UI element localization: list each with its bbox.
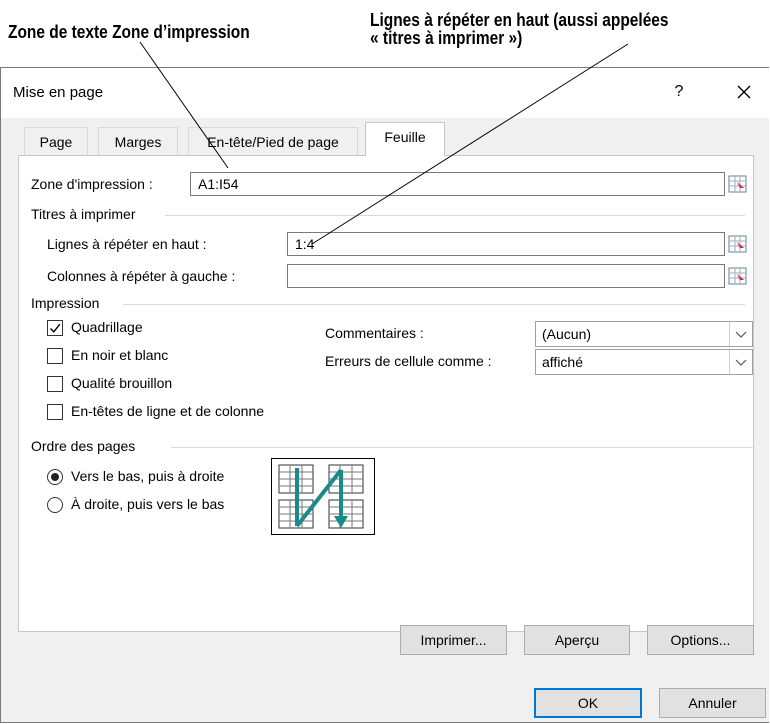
comments-select[interactable]: (Aucun) bbox=[535, 321, 753, 347]
callout-rows-repeat-line2: « titres à imprimer ») bbox=[370, 28, 523, 48]
close-button[interactable] bbox=[727, 78, 761, 106]
page-order-heading: Ordre des pages bbox=[31, 438, 136, 454]
print-button[interactable]: Imprimer... bbox=[400, 625, 507, 655]
print-titles-divider bbox=[165, 215, 745, 216]
page-order-icon bbox=[271, 458, 375, 535]
comments-label: Commentaires : bbox=[325, 325, 424, 341]
cell-errors-label: Erreurs de cellule comme : bbox=[325, 353, 492, 369]
ok-button[interactable]: OK bbox=[534, 688, 642, 718]
chevron-down-icon bbox=[729, 350, 752, 374]
print-area-input[interactable]: A1:I54 bbox=[190, 172, 725, 196]
cell-errors-select[interactable]: affiché bbox=[535, 349, 753, 375]
cell-errors-value: affiché bbox=[542, 354, 583, 370]
collapse-dialog-icon bbox=[728, 235, 747, 253]
print-titles-heading: Titres à imprimer bbox=[31, 206, 136, 222]
down-then-over-radio[interactable] bbox=[47, 469, 63, 485]
collapse-dialog-icon bbox=[728, 175, 747, 193]
print-heading: Impression bbox=[31, 295, 100, 311]
draft-quality-label[interactable]: Qualité brouillon bbox=[71, 375, 172, 391]
cols-repeat-collapse-button[interactable] bbox=[728, 267, 747, 285]
tab-page[interactable]: Page bbox=[24, 127, 88, 155]
dialog-title: Mise en page bbox=[13, 84, 104, 101]
callout-print-area: Zone de texte Zone d’impression bbox=[8, 22, 250, 42]
comments-value: (Aucun) bbox=[542, 326, 592, 342]
print-area-label: Zone d'impression : bbox=[31, 176, 153, 192]
row-col-headings-checkbox[interactable] bbox=[47, 404, 63, 420]
print-divider bbox=[123, 304, 745, 305]
tab-sheet[interactable]: Feuille bbox=[365, 122, 445, 156]
over-then-down-radio[interactable] bbox=[47, 497, 63, 513]
print-area-collapse-button[interactable] bbox=[728, 175, 747, 193]
rows-repeat-collapse-button[interactable] bbox=[728, 235, 747, 253]
title-bar: Mise en page ? bbox=[1, 68, 770, 118]
cols-repeat-label: Colonnes à répéter à gauche : bbox=[47, 268, 236, 284]
gridlines-checkbox[interactable] bbox=[47, 320, 63, 336]
page-order-preview bbox=[271, 458, 375, 535]
options-button[interactable]: Options... bbox=[647, 625, 754, 655]
draft-quality-checkbox[interactable] bbox=[47, 376, 63, 392]
callout-rows-repeat-line1: Lignes à répéter en haut (aussi appelées bbox=[370, 10, 669, 30]
row-col-headings-label[interactable]: En-têtes de ligne et de colonne bbox=[71, 403, 264, 419]
bw-checkbox[interactable] bbox=[47, 348, 63, 364]
preview-button[interactable]: Aperçu bbox=[524, 625, 630, 655]
collapse-dialog-icon bbox=[728, 267, 747, 285]
bw-label[interactable]: En noir et blanc bbox=[71, 347, 168, 363]
over-then-down-label[interactable]: À droite, puis vers le bas bbox=[71, 496, 224, 512]
page-order-divider bbox=[171, 447, 755, 448]
sheet-tab-panel: Zone d'impression : A1:I54 Titres à impr… bbox=[18, 155, 755, 632]
help-button[interactable]: ? bbox=[667, 78, 691, 106]
tab-header-footer[interactable]: En-tête/Pied de page bbox=[188, 127, 358, 155]
chevron-down-icon bbox=[729, 322, 752, 346]
rows-repeat-input[interactable]: 1:4 bbox=[287, 232, 725, 256]
checkmark-icon bbox=[50, 323, 61, 333]
cancel-button[interactable]: Annuler bbox=[659, 688, 766, 718]
cols-repeat-input[interactable] bbox=[287, 264, 725, 288]
page-setup-dialog: Mise en page ? Page Marges En-tête/Pied … bbox=[0, 67, 770, 723]
tab-margins[interactable]: Marges bbox=[98, 127, 178, 155]
rows-repeat-label: Lignes à répéter en haut : bbox=[47, 236, 207, 252]
gridlines-label[interactable]: Quadrillage bbox=[71, 319, 143, 335]
down-then-over-label[interactable]: Vers le bas, puis à droite bbox=[71, 468, 224, 484]
close-icon bbox=[737, 85, 751, 99]
